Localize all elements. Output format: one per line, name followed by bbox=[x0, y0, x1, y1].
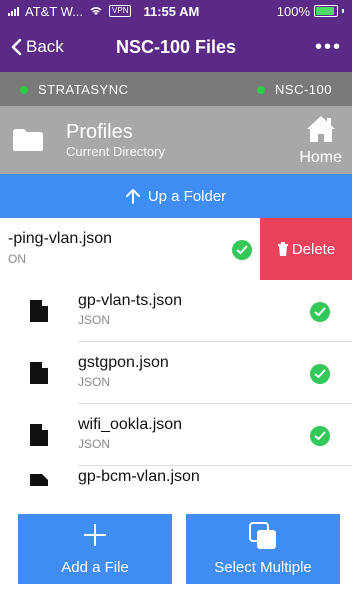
directory-header: Profiles Current Directory Home bbox=[0, 106, 352, 174]
status-left: AT&T W... VPN 11:55 AM bbox=[8, 4, 199, 19]
delete-label: Delete bbox=[291, 240, 336, 258]
list-item[interactable]: gstgpon.json JSON bbox=[0, 342, 352, 404]
file-icon bbox=[30, 424, 48, 446]
status-bar: AT&T W... VPN 11:55 AM 100% bbox=[0, 0, 352, 22]
directory-subtitle: Current Directory bbox=[66, 144, 165, 159]
battery-indicator: 100% bbox=[277, 4, 344, 19]
connection-label: STRATASYNC bbox=[38, 81, 129, 97]
check-circle-icon bbox=[310, 364, 330, 384]
home-label: Home bbox=[299, 149, 342, 166]
signal-icon bbox=[8, 6, 19, 16]
add-file-button[interactable]: Add a File bbox=[18, 514, 172, 584]
list-item[interactable]: -ping-vlan.json ON Delete bbox=[0, 218, 352, 280]
file-name: -ping-vlan.json bbox=[8, 230, 113, 247]
connection-item-stratasync: STRATASYNC bbox=[20, 82, 128, 97]
more-menu-button[interactable]: ••• bbox=[315, 36, 342, 59]
battery-icon bbox=[314, 5, 338, 17]
home-button[interactable]: Home bbox=[299, 114, 342, 167]
arrow-up-icon bbox=[125, 189, 140, 204]
file-name: wifi_ookla.json bbox=[78, 416, 183, 433]
file-type: ON bbox=[8, 252, 26, 266]
file-name: gstgpon.json bbox=[78, 354, 169, 371]
action-bar: Add a File Select Multiple bbox=[0, 508, 352, 592]
status-time: 11:55 AM bbox=[143, 3, 200, 19]
file-icon bbox=[30, 474, 48, 486]
status-dot-icon bbox=[257, 86, 266, 95]
select-multiple-button[interactable]: Select Multiple bbox=[186, 514, 340, 584]
home-icon bbox=[306, 116, 335, 142]
status-dot-icon bbox=[20, 86, 28, 95]
connection-status-bar: STRATASYNC NSC-100 bbox=[0, 72, 352, 106]
connection-item-nsc100: NSC-100 bbox=[257, 82, 332, 97]
trash-icon bbox=[277, 242, 288, 256]
up-a-folder-button[interactable]: Up a Folder bbox=[0, 174, 352, 218]
file-type: JSON bbox=[78, 313, 111, 327]
select-multiple-label: Select Multiple bbox=[214, 559, 312, 576]
file-name: gp-vlan-ts.json bbox=[78, 292, 183, 309]
back-label: Back bbox=[26, 37, 64, 56]
folder-icon bbox=[13, 129, 43, 151]
file-type: JSON bbox=[78, 375, 111, 389]
back-button[interactable]: Back bbox=[10, 37, 64, 57]
directory-names: Profiles Current Directory bbox=[66, 121, 165, 159]
list-item[interactable]: gp-vlan-ts.json JSON bbox=[0, 280, 352, 342]
select-multiple-icon bbox=[249, 522, 276, 549]
nav-bar: Back NSC-100 Files ••• bbox=[0, 22, 352, 72]
add-file-label: Add a File bbox=[61, 559, 129, 576]
file-name: gp-bcm-vlan.json bbox=[78, 468, 200, 485]
delete-button[interactable]: Delete bbox=[260, 218, 352, 280]
wifi-icon bbox=[90, 7, 102, 15]
file-icon bbox=[30, 300, 48, 322]
carrier-label: AT&T W... bbox=[25, 3, 84, 19]
file-list[interactable]: -ping-vlan.json ON Delete gp-vlan-ts.jso… bbox=[0, 218, 352, 486]
plus-icon bbox=[84, 524, 106, 546]
directory-name: Profiles bbox=[66, 121, 133, 143]
check-circle-icon bbox=[232, 240, 252, 260]
connection-label: NSC-100 bbox=[275, 81, 332, 97]
list-item[interactable]: gp-bcm-vlan.json bbox=[0, 466, 352, 486]
app-header: AT&T W... VPN 11:55 AM 100% Back NSC-100… bbox=[0, 0, 352, 72]
file-type: JSON bbox=[78, 437, 111, 451]
check-circle-icon bbox=[310, 302, 330, 322]
vpn-badge: VPN bbox=[109, 5, 132, 17]
chevron-left-icon bbox=[11, 38, 22, 56]
file-icon bbox=[30, 362, 48, 384]
up-a-folder-label: Up a Folder bbox=[147, 187, 227, 205]
check-circle-icon bbox=[310, 426, 330, 446]
list-item[interactable]: wifi_ookla.json JSON bbox=[0, 404, 352, 466]
battery-percent: 100% bbox=[276, 3, 310, 19]
